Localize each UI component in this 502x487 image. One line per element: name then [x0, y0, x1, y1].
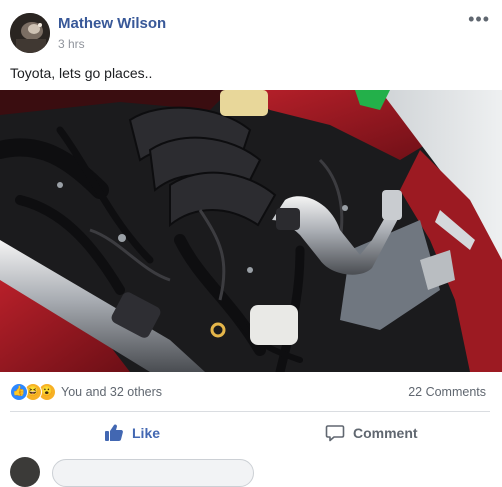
- write-comment-input[interactable]: [52, 459, 254, 487]
- author-name-link[interactable]: Mathew Wilson: [58, 15, 166, 32]
- author-avatar[interactable]: [10, 13, 50, 53]
- actions-divider: [10, 411, 490, 412]
- post-card: Mathew Wilson 3 hrs ••• Toyota, lets go …: [0, 0, 502, 487]
- reactions-summary[interactable]: 👍 😆 😮 You and 32 others: [10, 383, 162, 401]
- avatar-image: [10, 13, 50, 53]
- engine-bay-image: [0, 90, 502, 372]
- post-photo[interactable]: [0, 90, 502, 372]
- thumbs-up-icon: [104, 423, 124, 443]
- post-timestamp[interactable]: 3 hrs: [58, 37, 85, 51]
- like-reaction-icon: 👍: [10, 383, 28, 401]
- comment-button-label: Comment: [353, 425, 418, 441]
- post-text: Toyota, lets go places..: [10, 65, 153, 81]
- like-button-label: Like: [132, 425, 161, 441]
- comment-bubble-icon: [325, 423, 345, 443]
- comments-count-link[interactable]: 22 Comments: [408, 385, 486, 399]
- like-button[interactable]: Like: [104, 418, 160, 448]
- commenter-avatar: [10, 457, 40, 487]
- reactions-count[interactable]: You and 32 others: [61, 385, 162, 399]
- comment-button[interactable]: Comment: [325, 418, 418, 448]
- more-options-icon[interactable]: •••: [468, 10, 490, 28]
